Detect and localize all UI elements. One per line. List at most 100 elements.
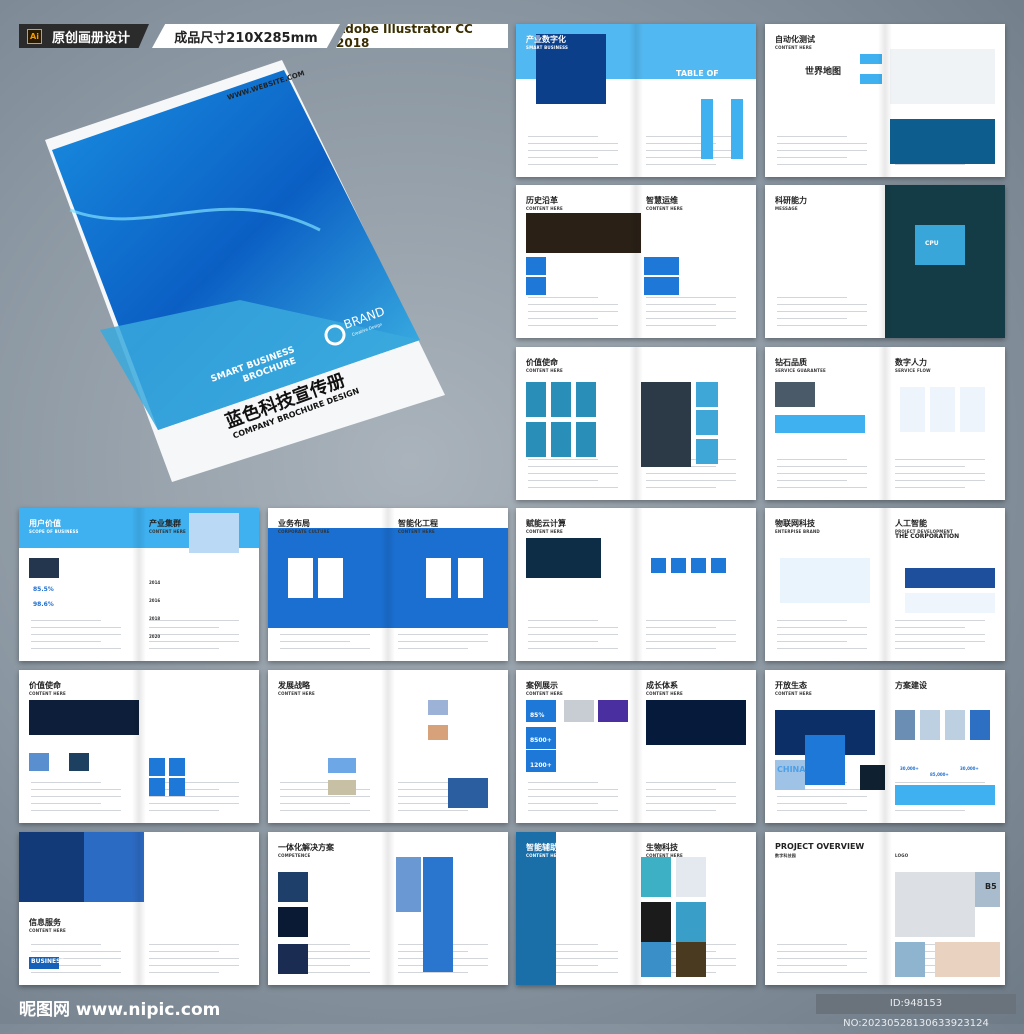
brochure-spread: 用户价值 SCOPE OF BUSINESS 产业集群 CONTENT HERE 85.…	[19, 508, 259, 661]
left-page: 发展战略 CONTENT HERE	[268, 670, 388, 823]
page-title: 自动化测试	[775, 35, 815, 44]
page-title: 价值使命	[29, 681, 61, 690]
brochure-spread: 赋能云计算 CONTENT HERE	[516, 508, 756, 661]
page-title: 成长体系	[646, 681, 678, 690]
page-subtitle: SERVICE GUARANTEE	[775, 368, 826, 373]
brochure-spread: 案例展示 CONTENT HERE 成长体系 CONTENT HERE 85% 8500+…	[516, 670, 756, 823]
right-page: 方案建设	[885, 670, 1005, 823]
page-title: 发展战略	[278, 681, 310, 690]
right-page	[139, 670, 259, 823]
stat-value: 85%	[530, 712, 545, 719]
page-title: 钻石品质	[775, 358, 807, 367]
page-title: 赋能云计算	[526, 519, 566, 528]
page-title: 用户价值	[29, 519, 61, 528]
page-title: 历史沿革	[526, 196, 558, 205]
page-title: 一体化解决方案	[278, 843, 334, 852]
page-subtitle: CONTENT HERE	[398, 529, 435, 534]
page-subtitle: AI机器人	[194, 844, 212, 849]
brochure-spread: 物联网科技 ENTERPISE BRAND 人工智能 PROJECT DEVELOPM…	[765, 508, 1005, 661]
page-subtitle: CONTENT HERE	[775, 691, 812, 696]
right-page: 案例展示 AI机器人	[139, 832, 259, 985]
right-page: 成长体系 CONTENT HERE	[636, 670, 756, 823]
page-title: 业务布局	[278, 519, 310, 528]
page-subtitle: CONTENT HERE	[646, 206, 683, 211]
page-subtitle: CONTENT HERE	[29, 691, 66, 696]
right-page	[636, 347, 756, 500]
brochure-spread: 智能辅助 CONTENT HERE 生物科技 CONTENT HERE	[516, 832, 756, 985]
page-title: 智能辅助	[526, 843, 558, 852]
left-page: 业务布局 CORPORATE CULTURE	[268, 508, 388, 661]
brochure-spread: 价值使命 CONTENT HERE	[516, 347, 756, 500]
page-title: 开放生态	[775, 681, 807, 690]
page-subtitle: CONTENT HERE	[29, 928, 66, 933]
spread-feature-text: CPU	[925, 240, 939, 247]
page-subtitle: CORPORATE CULTURE	[278, 529, 330, 534]
page-title: 产业数字化	[526, 35, 566, 44]
page-subtitle: LOGO	[895, 853, 909, 858]
left-page: 钻石品质 SERVICE GUARANTEE	[765, 347, 885, 500]
right-page	[388, 670, 508, 823]
stat-value: 8500+	[530, 737, 552, 744]
page-title: PROJECT OVERVIEW	[775, 842, 865, 851]
page-subtitle: CONTENT HERE	[526, 368, 563, 373]
page-title: 人工智能	[895, 519, 927, 528]
page-subtitle: ENTERPISE BRAND	[775, 529, 820, 534]
page-subtitle: SCOPE OF BUSINESS	[29, 529, 79, 534]
right-page: TABLE OF CONTENTS	[636, 24, 756, 177]
left-page: 开放生态 CONTENT HERE	[765, 670, 885, 823]
page-subtitle: CONTENT HERE	[526, 691, 563, 696]
stat-value: 85,000+	[930, 772, 949, 777]
watermark-site: 昵图网 www.nipic.com	[19, 1000, 221, 1020]
timeline-year: 2014	[149, 580, 161, 585]
page-subtitle: SERVICE FLOW	[895, 368, 931, 373]
brochure-spread: 历史沿革 CONTENT HERE 智慧运维 CONTENT HERE	[516, 185, 756, 338]
brochure-spread: 价值使命 CONTENT HERE	[19, 670, 259, 823]
spread-feature-text: THE CORPORATION	[895, 533, 960, 540]
brochure-spread: 科研能力 MESSAGE CPU	[765, 185, 1005, 338]
page-subtitle: SMART BUSINESS	[526, 45, 569, 50]
timeline-year: 2018	[149, 616, 161, 621]
timeline-year: 2016	[149, 598, 161, 603]
left-page: 一体化解决方案 COMPETENCE	[268, 832, 388, 985]
brochure-spread: 产业数字化 SMART BUSINESS TABLE OF CONTENTS	[516, 24, 756, 177]
page-title: 智能化工程	[398, 519, 438, 528]
left-page: 价值使命 CONTENT HERE	[19, 670, 139, 823]
left-page: 赋能云计算 CONTENT HERE	[516, 508, 636, 661]
spread-feature-text: BUSINESS	[31, 958, 65, 965]
page-title: 产业集群	[149, 519, 181, 528]
left-page: 物联网科技 ENTERPISE BRAND	[765, 508, 885, 661]
page-title: 物联网科技	[775, 519, 815, 528]
right-page: 生物科技 CONTENT HERE	[636, 832, 756, 985]
right-page: 智能化工程 CONTENT HERE	[388, 508, 508, 661]
spread-feature-text: B5	[985, 882, 997, 891]
stat-value: 85.5%	[33, 586, 54, 593]
page-subtitle: CONTENT HERE	[526, 206, 563, 211]
brochure-cover: WWW.WEBSITE.COM BRAND Creative Design SM…	[45, 60, 445, 482]
image-id: ID:948153 NO:20230528130633923124	[816, 994, 1016, 1029]
page-subtitle: CONTENT HERE	[775, 45, 812, 50]
stat-value: 30,000+	[900, 766, 919, 771]
brochure-spread: 一体化解决方案 COMPETENCE	[268, 832, 508, 985]
page-subtitle: COMPETENCE	[278, 853, 311, 858]
left-page: 自动化测试 CONTENT HERE	[765, 24, 885, 177]
page-title: 方案建设	[895, 681, 927, 690]
spread-feature-text: CHINA	[777, 765, 806, 774]
left-page: 产业数字化 SMART BUSINESS	[516, 24, 636, 177]
page-subtitle: CONTENTS	[676, 79, 714, 86]
page-title: 智慧运维	[646, 196, 678, 205]
page-subtitle: 数字科技园	[775, 853, 796, 858]
page-title: 案例展示	[149, 843, 181, 852]
page-title: 数字人力	[895, 358, 927, 367]
page-title: 信息服务	[29, 918, 61, 927]
page-subtitle: CONTENT HERE	[278, 691, 315, 696]
page-subtitle: CONTENT HERE	[526, 853, 563, 858]
page-subtitle: MESSAGE	[775, 206, 798, 211]
brochure-spread: 钻石品质 SERVICE GUARANTEE 数字人力 SERVICE FLOW	[765, 347, 1005, 500]
spread-feature-text: 世界地图	[805, 67, 842, 77]
page-subtitle: CONTENT HERE	[646, 853, 683, 858]
page-title: 生物科技	[646, 843, 678, 852]
stat-value: 1200+	[530, 762, 552, 769]
left-page: 案例展示 CONTENT HERE	[516, 670, 636, 823]
right-page: 智慧运维 CONTENT HERE	[636, 185, 756, 338]
brochure-spread: 业务布局 CORPORATE CULTURE 智能化工程 CONTENT HERE	[268, 508, 508, 661]
